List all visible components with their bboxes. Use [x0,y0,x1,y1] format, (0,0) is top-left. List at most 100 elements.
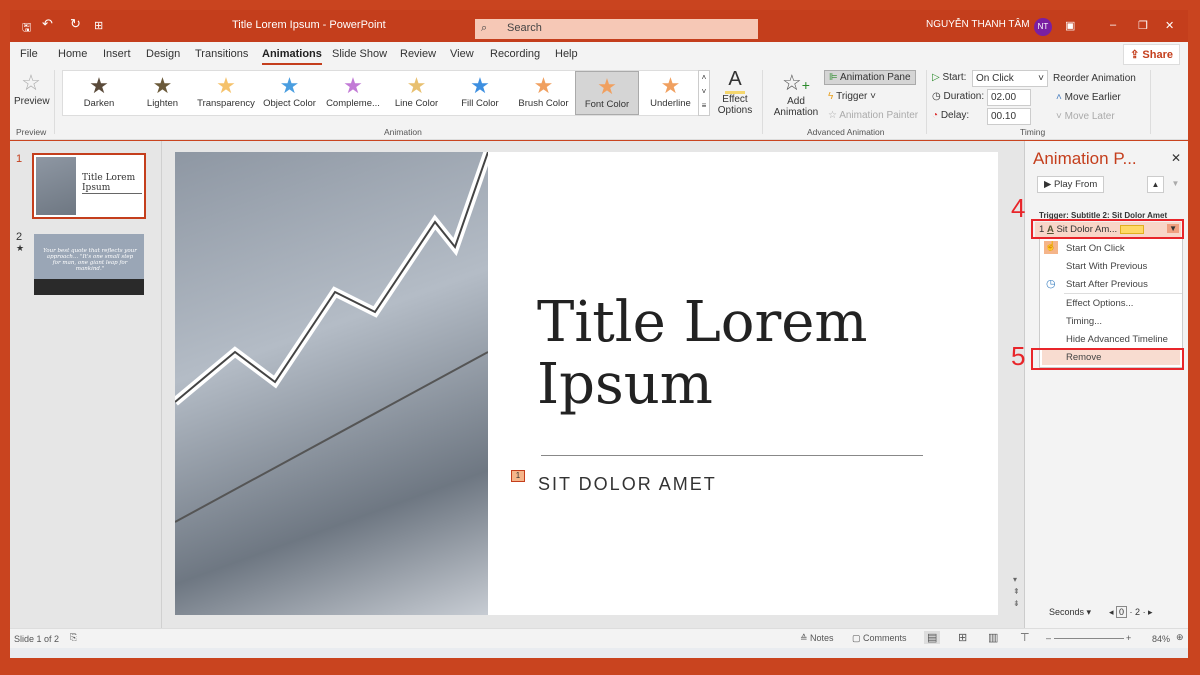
trigger-button[interactable]: ϟ Trigger ˅ [828,91,876,102]
clock-icon: ◷ [1046,277,1056,290]
animation-option[interactable]: ★Transparency [194,71,258,115]
reading-view-icon[interactable]: ▥ [988,631,998,644]
tab-transitions[interactable]: Transitions [195,48,248,60]
minimize-icon[interactable]: – [1110,19,1116,31]
lightning-icon: ϟ [828,91,833,102]
restore-icon[interactable]: ❐ [1138,19,1148,32]
effect-options-button[interactable]: AEffect Options [715,68,755,116]
move-earlier-button[interactable]: ˄ Move Earlier [1056,92,1121,103]
animation-label: Lighten [147,98,178,109]
search-placeholder: Search [507,22,542,34]
accessibility-icon[interactable]: ⎘ [70,632,77,643]
stairs-photo [175,152,488,615]
zoom-level[interactable]: 84% [1152,634,1170,644]
tab-file[interactable]: File [20,48,38,60]
share-button[interactable]: ⇪ Share [1123,44,1180,65]
group-label-animation: Animation [384,127,422,137]
animation-option[interactable]: ★Font Color [575,71,639,115]
tab-slide-show[interactable]: Slide Show [332,48,387,60]
slide-title[interactable]: Title Lorem Ipsum [537,292,937,416]
ribbon-display-icon[interactable]: ▣ [1065,19,1075,32]
menu-start-on-click[interactable]: Start On Click [1066,243,1125,254]
present-icon[interactable]: ⊞ [94,19,103,32]
undo-icon[interactable]: ↶ [42,16,53,32]
highlight-box-5 [1031,348,1184,370]
zoom-slider[interactable]: – + [1046,633,1142,643]
close-icon[interactable]: ✕ [1165,19,1174,32]
menu-start-after-previous[interactable]: Start After Previous [1066,279,1148,290]
tab-recording[interactable]: Recording [490,48,540,60]
highlight-box-4 [1031,219,1184,239]
tab-home[interactable]: Home [58,48,87,60]
pane-scrollbar[interactable]: ▾⇞⇟ [1013,574,1023,624]
save-icon[interactable]: 🖫 [22,19,31,38]
gallery-scroll[interactable]: ˄˅≡ [698,70,710,116]
animation-option[interactable]: ★Line Color [385,71,449,115]
notes-button[interactable]: ≙ Notes [800,633,834,644]
comments-button[interactable]: ▢ Comments [852,633,907,644]
slide-thumb-2[interactable]: Your best quote that reflects your appro… [34,234,144,295]
tab-review[interactable]: Review [400,48,436,60]
search-icon: ⌕ [481,22,487,35]
slideshow-icon[interactable]: ⊤ [1020,631,1030,644]
close-icon[interactable]: ✕ [1171,151,1181,165]
slide-subtitle[interactable]: SIT DOLOR AMET [538,474,717,495]
tab-help[interactable]: Help [555,48,578,60]
animation-option[interactable]: ★Brush Color [512,71,576,115]
animation-tag[interactable]: 1 [511,470,525,482]
animation-option[interactable]: ★Lighten [131,71,195,115]
title-divider [541,455,923,456]
animation-star-icon: ★ [131,74,195,98]
tab-animations[interactable]: Animations [262,48,322,65]
animation-label: Darken [84,98,115,109]
animation-star-icon: ★ [194,74,258,98]
play-from-button[interactable]: ▶ Play From [1037,176,1104,193]
comments-label: Comments [863,633,907,643]
avatar[interactable]: NT [1034,18,1052,36]
animation-painter-label: Animation Painter [839,110,918,121]
animation-label: Compleme... [326,98,380,109]
search-input[interactable]: ⌕ Search [475,19,758,39]
move-up-button[interactable]: ▲ [1147,176,1164,193]
slide-canvas[interactable]: Title Lorem Ipsum 1 SIT DOLOR AMET [175,152,998,615]
animation-option[interactable]: ★Fill Color [448,71,512,115]
redo-icon[interactable]: ↻ [70,16,81,32]
add-animation-button[interactable]: ☆+Add Animation [768,70,824,118]
slide-sorter-icon[interactable]: ⊞ [958,631,967,644]
preview-button[interactable]: ☆Preview [14,70,48,107]
timeline-ruler[interactable]: ◂ 0 · 2 · ▸ [1109,607,1153,618]
menu-effect-options[interactable]: Effect Options... [1066,298,1133,309]
menu-start-with-previous[interactable]: Start With Previous [1066,261,1147,272]
normal-view-icon[interactable]: ▤ [924,631,940,644]
menu-hide-advanced-timeline[interactable]: Hide Advanced Timeline [1066,334,1168,345]
move-down-button[interactable]: ▼ [1167,176,1184,193]
tab-view[interactable]: View [450,48,474,60]
duration-input[interactable]: 02.00 [987,89,1031,106]
tab-design[interactable]: Design [146,48,180,60]
slide-thumb-1[interactable]: Title Lorem Ipsum [32,153,146,219]
fit-slide-icon[interactable]: ⊕ [1176,632,1184,643]
animation-label: Brush Color [518,98,568,109]
seconds-label: Seconds [1049,607,1084,617]
animation-star-icon: ★ [576,75,638,99]
animation-painter-button[interactable]: ☆ Animation Painter [828,110,918,121]
slide-thumbnails: 1 Title Lorem Ipsum 2 ★ Your best quote … [10,141,162,628]
animation-option[interactable]: ★Underline [639,71,703,115]
animation-pane-button[interactable]: ⊫ Animation Pane [824,70,916,85]
start-select[interactable]: On Click˅ [972,70,1048,87]
tab-insert[interactable]: Insert [103,48,131,60]
thumb-quote: Your best quote that reflects your appro… [42,248,138,272]
add-animation-label: Add Animation [774,96,818,118]
seconds-dropdown[interactable]: Seconds ▾ [1049,607,1091,618]
user-name[interactable]: NGUYỄN THANH TÂM [926,19,1030,30]
step-number-5: 5 [1011,341,1025,372]
delay-input[interactable]: 00.10 [987,108,1031,125]
animation-star-icon: ★ [512,74,576,98]
animation-option[interactable]: ★Compleme... [321,71,385,115]
move-later-button[interactable]: ˅ Move Later [1056,111,1115,122]
animation-option[interactable]: ★Darken [67,71,131,115]
start-value: On Click [976,73,1014,84]
menu-timing[interactable]: Timing... [1066,316,1102,327]
animation-option[interactable]: ★Object Color [258,71,322,115]
animation-star-icon: ★ [385,74,449,98]
